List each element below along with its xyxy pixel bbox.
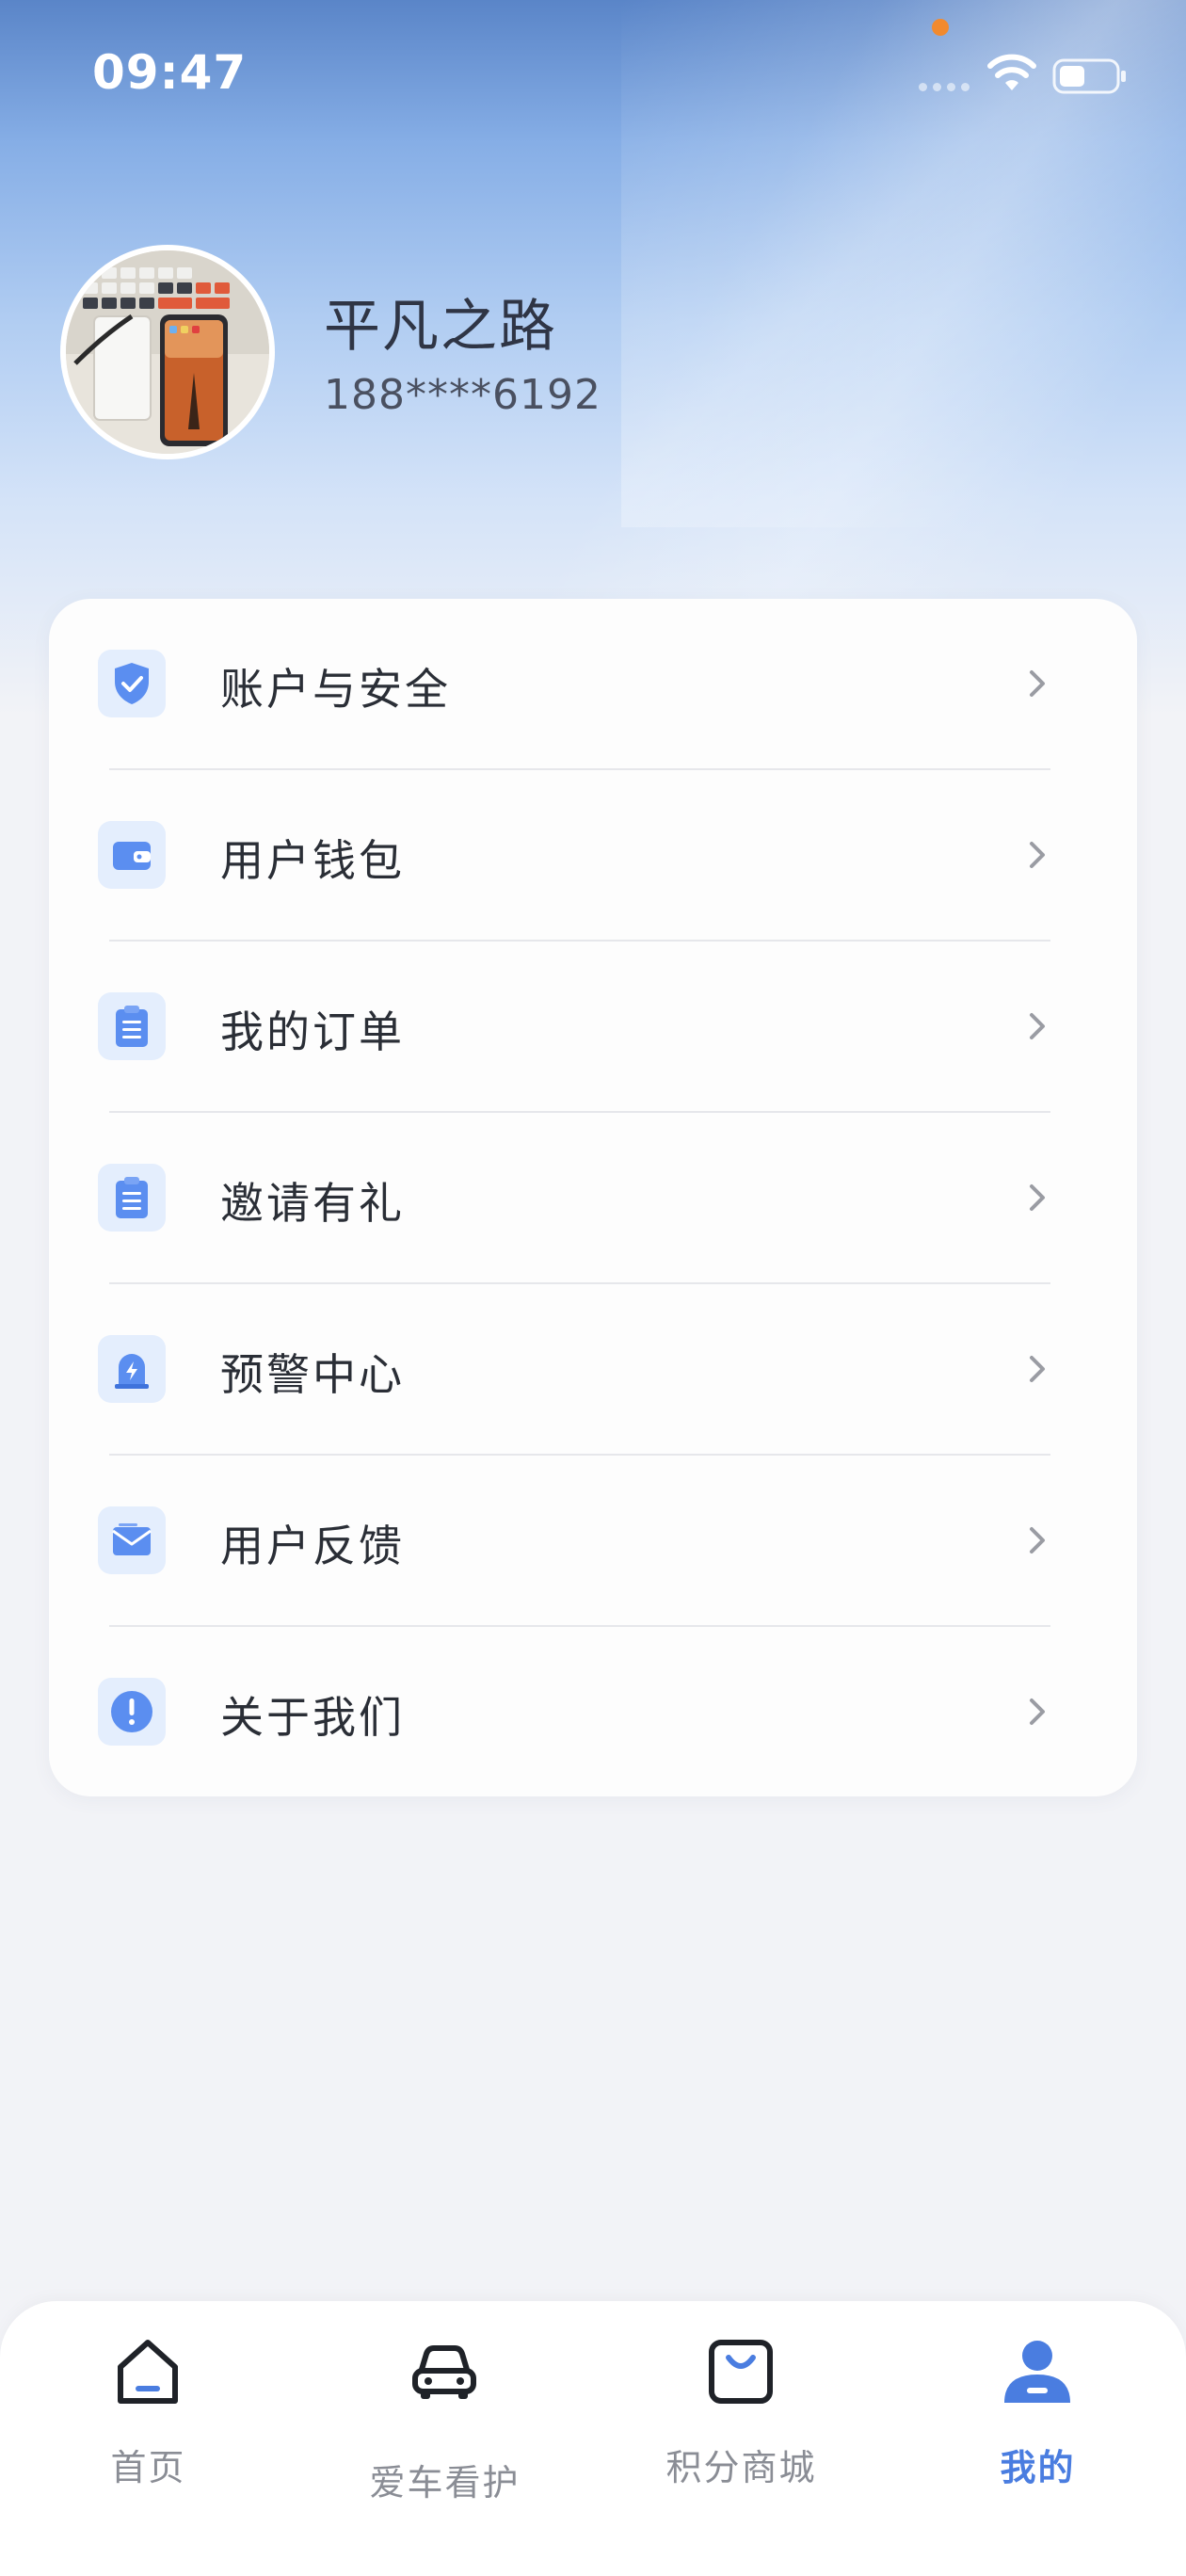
menu-item-label: 用户钱包 [220,835,405,886]
user-name: 平凡之路 [324,294,557,360]
menu-item-about[interactable]: 关于我们 [49,1627,1137,1798]
recording-indicator [932,19,949,36]
menu-item-alert-center[interactable]: 预警中心 [49,1284,1137,1456]
home-icon [118,2340,178,2404]
chevron-right-icon [1030,1013,1045,1039]
menu-item-wallet[interactable]: 用户钱包 [49,770,1137,942]
user-icon [1004,2341,1070,2403]
tab-home[interactable]: 首页 [0,2301,296,2508]
battery-icon [1052,58,1126,94]
wifi-icon [987,54,1036,90]
profile-screen: 09:47 平凡之路 188****6192 账户与安全 用户钱包 我的订单 邀… [0,0,1186,2576]
shopping-bag-icon [709,2340,773,2404]
chevron-right-icon [1030,1356,1045,1382]
tab-label: 爱车看护 [369,2462,521,2504]
tab-label: 积分商城 [665,2447,817,2488]
menu-item-feedback[interactable]: 用户反馈 [49,1456,1137,1627]
alarm-icon [98,1335,166,1403]
status-time: 09:47 [92,45,248,100]
avatar-photo [66,250,269,454]
menu-item-label: 我的订单 [220,1006,405,1057]
tab-mine[interactable]: 我的 [890,2301,1186,2508]
chevron-right-icon [1030,1527,1045,1554]
wallet-icon [98,821,166,889]
tab-points-mall[interactable]: 积分商城 [593,2301,890,2508]
tab-label: 首页 [110,2447,186,2488]
menu-item-label: 预警中心 [220,1349,405,1400]
user-phone: 188****6192 [324,371,601,419]
menu-item-label: 关于我们 [220,1692,405,1743]
chevron-right-icon [1030,670,1045,697]
cellular-signal-icon [919,83,970,91]
chevron-right-icon [1030,1184,1045,1211]
menu-item-account-security[interactable]: 账户与安全 [49,599,1137,770]
tab-bar: 首页 爱车看护 积分商城 我的 [0,2301,1186,2576]
menu-item-label: 邀请有礼 [220,1178,405,1229]
tab-label: 我的 [1000,2447,1076,2488]
mail-icon [98,1506,166,1574]
car-icon [412,2345,476,2399]
shield-check-icon [98,650,166,717]
tab-car-care[interactable]: 爱车看护 [296,2301,593,2508]
clipboard-icon [98,992,166,1060]
menu-item-label: 账户与安全 [220,664,451,715]
chevron-right-icon [1030,1699,1045,1725]
menu-item-orders[interactable]: 我的订单 [49,942,1137,1113]
avatar[interactable] [60,245,275,459]
menu-card: 账户与安全 用户钱包 我的订单 邀请有礼 预警中心 用户反馈 关于我们 [49,599,1137,1796]
chevron-right-icon [1030,842,1045,868]
menu-item-label: 用户反馈 [220,1521,405,1571]
menu-item-invite[interactable]: 邀请有礼 [49,1113,1137,1284]
info-icon [98,1678,166,1746]
clipboard-icon [98,1164,166,1232]
